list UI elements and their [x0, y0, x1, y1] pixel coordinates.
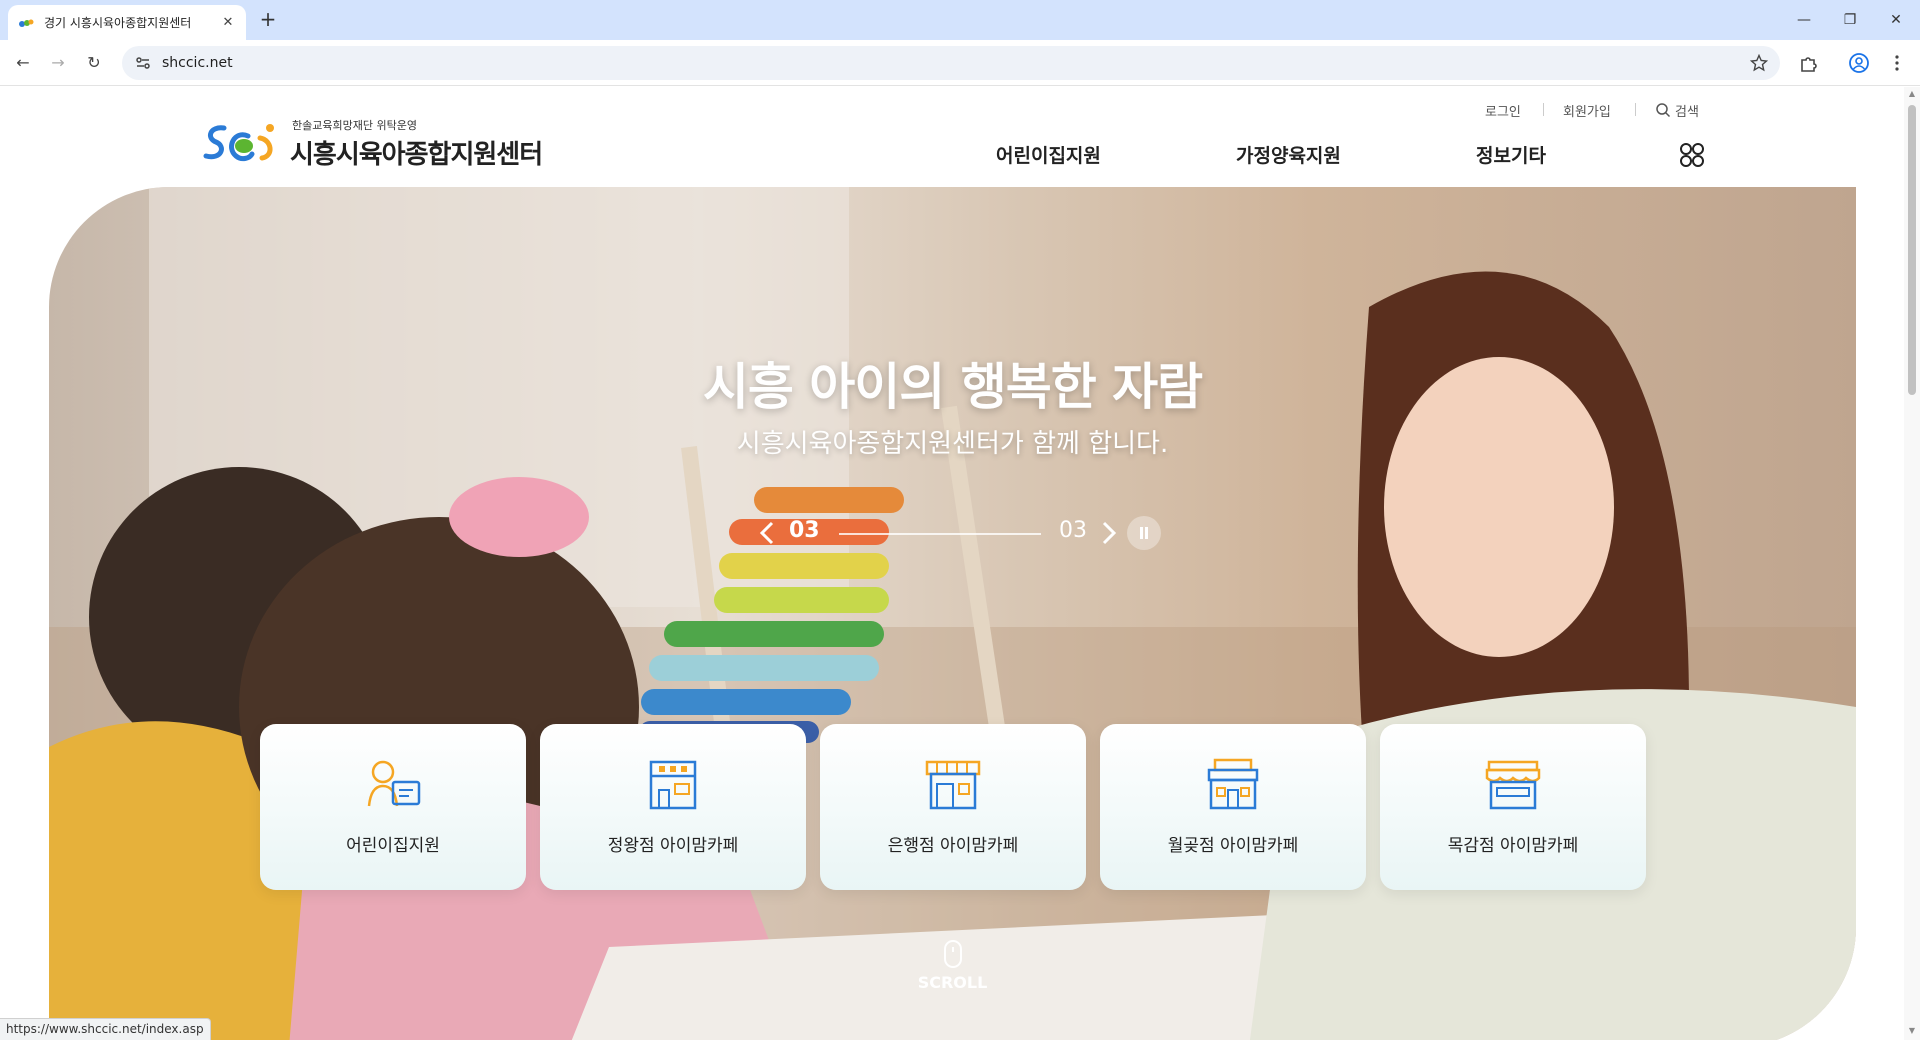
slide-progress-bar — [839, 533, 1041, 535]
scrollbar-thumb[interactable] — [1908, 105, 1916, 395]
hero-photo — [49, 187, 1856, 1040]
quick-link-label: 어린이집지원 — [346, 836, 440, 856]
logo-subtitle: 한솔교육희망재단 위탁운영 — [292, 119, 417, 132]
util-divider — [1543, 103, 1544, 116]
mouse-icon — [943, 940, 962, 968]
quick-link-card[interactable]: 정왕점 아이맘카페 — [540, 724, 806, 890]
url-text: shccic.net — [162, 55, 233, 71]
search-icon[interactable] — [1655, 102, 1671, 118]
minimize-button[interactable]: — — [1784, 8, 1824, 32]
scroll-label: SCROLL — [917, 973, 988, 992]
site-favicon-icon — [19, 19, 34, 27]
scroll-indicator[interactable]: SCROLL — [49, 939, 1856, 992]
shop-icon — [1207, 758, 1259, 810]
back-icon[interactable]: ← — [10, 50, 36, 76]
browser-tab-bar: 경기 시흥시육아종합지원센터 ✕ + — ❐ ✕ — [0, 0, 1920, 40]
site-settings-icon[interactable] — [134, 54, 152, 72]
quick-link-label: 정왕점 아이맘카페 — [607, 836, 739, 856]
quick-link-label: 목감점 아이맘카페 — [1447, 836, 1579, 856]
profile-icon[interactable] — [1848, 52, 1870, 74]
search-link[interactable]: 검색 — [1675, 101, 1699, 120]
hero-subtitle: 시흥시육아종합지원센터가 함께 합니다. — [736, 429, 1169, 459]
tab-close-icon[interactable]: ✕ — [220, 15, 236, 30]
quick-link-card[interactable]: 목감점 아이맘카페 — [1380, 724, 1646, 890]
page-scrollbar[interactable]: ▲ ▼ — [1904, 87, 1920, 1040]
forward-icon[interactable]: → — [45, 50, 71, 76]
gnb-daycare-support[interactable]: 어린이집지원 — [996, 141, 1101, 168]
browser-toolbar: ← → ↻ shccic.net — [0, 40, 1920, 86]
tab-title: 경기 시흥시육아종합지원센터 — [44, 16, 192, 30]
logo-title[interactable]: 시흥시육아종합지원센터 — [290, 134, 543, 171]
new-tab-button[interactable]: + — [256, 8, 280, 32]
hero-banner: 시흥 아이의 행복한 자람 시흥시육아종합지원센터가 함께 합니다. 03 03… — [49, 187, 1856, 1040]
util-divider — [1635, 103, 1636, 116]
browser-tab[interactable]: 경기 시흥시육아종합지원센터 ✕ — [8, 5, 246, 40]
chevron-right-icon[interactable] — [1097, 520, 1119, 546]
quick-link-card[interactable]: 어린이집지원 — [260, 724, 526, 890]
bookmark-star-icon[interactable] — [1750, 54, 1768, 72]
close-window-button[interactable]: ✕ — [1876, 8, 1916, 32]
status-bar-url: https://www.shccic.net/index.asp — [0, 1018, 211, 1040]
reload-icon[interactable]: ↻ — [81, 50, 107, 76]
awning-store-icon — [1485, 760, 1541, 810]
hero-title: 시흥 아이의 행복한 자람 — [702, 358, 1203, 416]
building-icon — [649, 760, 697, 810]
slider-controls: 03 03 — [757, 512, 1207, 552]
store-icon — [925, 760, 981, 810]
all-menu-icon[interactable] — [1678, 141, 1706, 169]
gnb-info-etc[interactable]: 정보기타 — [1476, 141, 1546, 168]
teacher-icon — [367, 760, 421, 807]
chevron-left-icon[interactable] — [757, 520, 779, 546]
quick-link-card[interactable]: 은행점 아이맘카페 — [820, 724, 1086, 890]
login-link[interactable]: 로그인 — [1485, 101, 1521, 120]
scroll-up-arrow[interactable]: ▲ — [1908, 90, 1916, 98]
restore-button[interactable]: ❐ — [1830, 8, 1870, 32]
slide-total-number: 03 — [1059, 518, 1087, 543]
address-bar[interactable]: shccic.net — [122, 46, 1780, 80]
pause-icon[interactable] — [1127, 516, 1161, 550]
extensions-icon[interactable] — [1797, 52, 1819, 74]
quick-link-card[interactable]: 월곶점 아이맘카페 — [1100, 724, 1366, 890]
slide-current-number: 03 — [789, 518, 820, 543]
quick-link-label: 월곶점 아이맘카페 — [1167, 836, 1299, 856]
scroll-down-arrow[interactable]: ▼ — [1908, 1027, 1916, 1035]
gnb-home-care-support[interactable]: 가정양육지원 — [1236, 141, 1341, 168]
page-viewport: 한솔교육희망재단 위탁운영 시흥시육아종합지원센터 로그인 회원가입 검색 어린… — [0, 87, 1904, 1040]
join-link[interactable]: 회원가입 — [1563, 101, 1611, 120]
site-logo[interactable] — [202, 118, 280, 170]
browser-menu-icon[interactable] — [1886, 52, 1908, 74]
quick-link-label: 은행점 아이맘카페 — [887, 836, 1019, 856]
